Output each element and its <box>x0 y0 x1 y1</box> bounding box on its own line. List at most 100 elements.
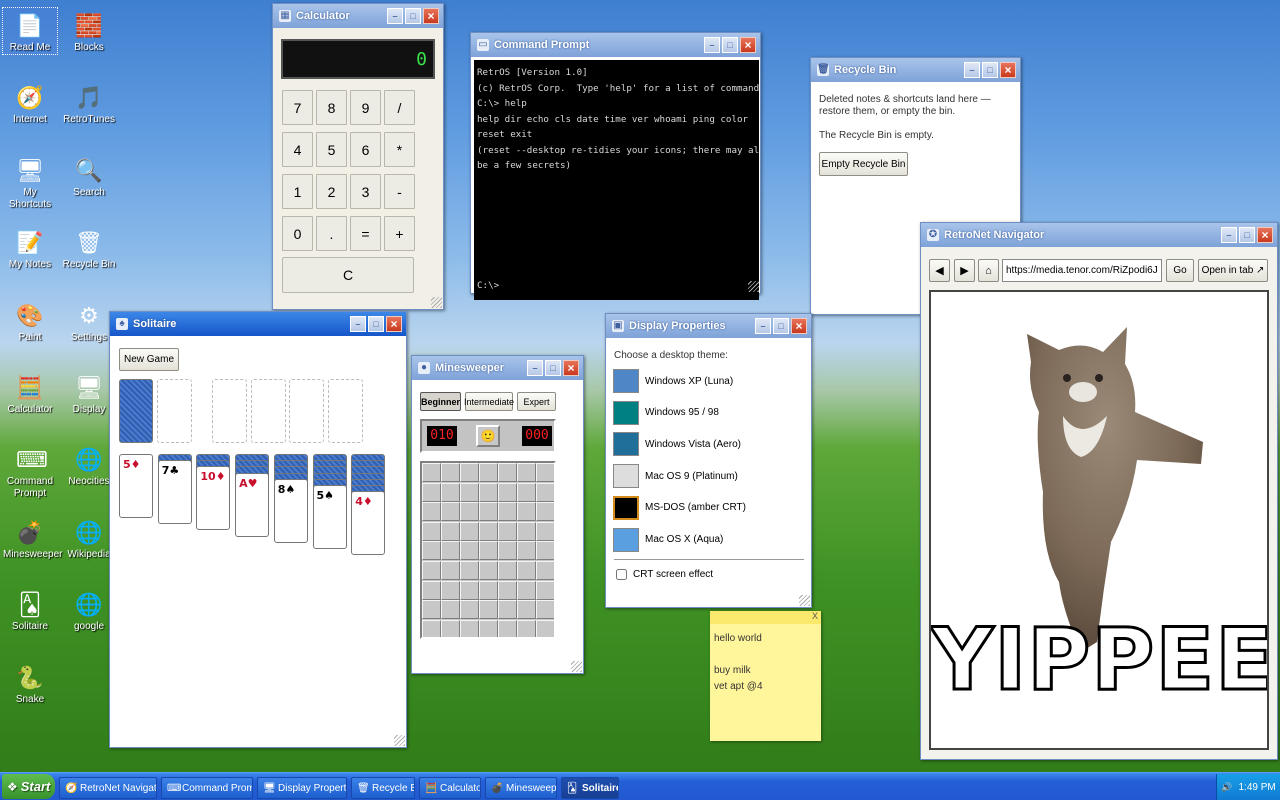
desktop-icon-wikipedia[interactable]: 🌐 Wikipedia <box>62 515 116 561</box>
foundation-slot[interactable] <box>328 379 363 443</box>
mine-cell[interactable] <box>422 463 441 482</box>
back-button[interactable]: ◀ <box>929 259 950 282</box>
mine-cell[interactable] <box>460 600 479 620</box>
desktop-icon-read-me[interactable]: 📄 Read Me <box>2 7 58 55</box>
reset-face-button[interactable]: 🙂 <box>476 425 500 447</box>
recycle-bin-titlebar[interactable]: 🗑 Recycle Bin – □ × <box>811 58 1020 82</box>
mine-cell[interactable] <box>536 463 554 482</box>
volume-icon[interactable]: 🔊 <box>1221 782 1232 793</box>
calculator-key[interactable]: / <box>384 90 415 125</box>
mine-cell[interactable] <box>460 619 479 637</box>
minimize-button[interactable]: – <box>704 37 720 53</box>
mine-cell[interactable] <box>517 560 536 580</box>
maximize-button[interactable]: □ <box>773 318 789 334</box>
mine-cell[interactable] <box>498 502 517 522</box>
calculator-key[interactable]: 7 <box>282 90 313 125</box>
waste-pile[interactable] <box>157 379 192 443</box>
open-in-tab-button[interactable]: Open in tab ↗ <box>1198 259 1268 282</box>
mine-cell[interactable] <box>498 521 517 541</box>
mine-cell[interactable] <box>536 521 554 541</box>
calculator-key[interactable]: 6 <box>350 132 381 167</box>
display-properties-titlebar[interactable]: ▣ Display Properties – □ × <box>606 314 811 338</box>
mine-cell[interactable] <box>479 560 498 580</box>
face-up-card[interactable]: 4♦ <box>351 491 386 556</box>
minimize-button[interactable]: – <box>755 318 771 334</box>
calculator-key[interactable]: 9 <box>350 90 381 125</box>
mine-cell[interactable] <box>517 580 536 600</box>
address-bar[interactable] <box>1002 259 1162 282</box>
mine-cell[interactable] <box>441 560 460 580</box>
calculator-titlebar[interactable]: ▦ Calculator – □ × <box>273 4 443 28</box>
sticky-note-close-button[interactable]: X <box>812 611 818 621</box>
face-up-card[interactable]: A♥ <box>235 472 270 537</box>
close-button[interactable]: × <box>740 37 756 53</box>
mine-cell[interactable] <box>517 619 536 637</box>
desktop-icon-snake[interactable]: 🐍 Snake <box>3 660 57 706</box>
desktop-icon-my-notes[interactable]: 📝 My Notes <box>3 225 57 271</box>
theme-option[interactable]: Windows XP (Luna) <box>613 368 803 394</box>
calculator-key[interactable]: 5 <box>316 132 347 167</box>
close-button[interactable]: × <box>423 8 439 24</box>
mine-cell[interactable] <box>460 580 479 600</box>
mine-cell[interactable] <box>517 463 536 482</box>
mine-cell[interactable] <box>536 560 554 580</box>
go-button[interactable]: Go <box>1166 259 1194 282</box>
new-game-button[interactable]: New Game <box>119 348 179 371</box>
foundation-slot[interactable] <box>212 379 247 443</box>
mine-cell[interactable] <box>479 541 498 561</box>
calculator-key[interactable]: . <box>316 216 347 251</box>
desktop-icon-internet[interactable]: 🧭 Internet <box>3 80 57 126</box>
mine-cell[interactable] <box>441 502 460 522</box>
taskbar-item-minesweeper[interactable]: 💣Minesweeper <box>485 777 557 799</box>
theme-option[interactable]: Mac OS X (Aqua) <box>613 527 803 553</box>
desktop-icon-search[interactable]: 🔍 Search <box>62 153 116 199</box>
desktop-icon-display[interactable]: 🖥 Display <box>62 370 116 416</box>
level-expert-button[interactable]: Expert <box>517 392 556 411</box>
face-up-card[interactable]: 10♦ <box>196 466 231 531</box>
maximize-button[interactable]: □ <box>722 37 738 53</box>
minesweeper-titlebar[interactable]: ● Minesweeper – □ × <box>412 356 583 380</box>
mine-cell[interactable] <box>536 580 554 600</box>
desktop-icon-command-prompt[interactable]: ⌨ Command Prompt <box>3 442 57 500</box>
forward-button[interactable]: ▶ <box>954 259 975 282</box>
maximize-button[interactable]: □ <box>368 316 384 332</box>
mine-cell[interactable] <box>536 482 554 502</box>
sticky-note-header[interactable]: X <box>710 611 821 624</box>
mine-cell[interactable] <box>498 580 517 600</box>
face-up-card[interactable]: 7♣ <box>157 460 192 525</box>
mine-cell[interactable] <box>422 619 441 637</box>
theme-option[interactable]: Mac OS 9 (Platinum) <box>613 463 803 489</box>
mine-cell[interactable] <box>517 502 536 522</box>
mine-cell[interactable] <box>479 482 498 502</box>
taskbar-item-solitaire[interactable]: 🂡 Solitaire <box>561 777 619 799</box>
calculator-clear-button[interactable]: C <box>282 257 414 293</box>
mine-cell[interactable] <box>460 482 479 502</box>
calculator-key[interactable]: 1 <box>282 174 313 209</box>
level-intermediate-button[interactable]: Intermediate <box>464 392 514 411</box>
calculator-key[interactable]: - <box>384 174 415 209</box>
calculator-key[interactable]: 8 <box>316 90 347 125</box>
mine-cell[interactable] <box>536 600 554 620</box>
mine-cell[interactable] <box>441 600 460 620</box>
mine-cell[interactable] <box>460 541 479 561</box>
desktop-icon-minesweeper[interactable]: 💣 Minesweeper <box>3 515 62 561</box>
mine-cell[interactable] <box>422 541 441 561</box>
calculator-key[interactable]: + <box>384 216 415 251</box>
mine-cell[interactable] <box>422 502 441 522</box>
mine-cell[interactable] <box>441 541 460 561</box>
maximize-button[interactable]: □ <box>1239 227 1255 243</box>
home-button[interactable]: ⌂ <box>978 259 999 282</box>
sticky-note-text[interactable]: hello world buy milk vet apt @4 <box>710 624 821 702</box>
taskbar-item-command-prompt[interactable]: ⌨Command Prompt <box>161 777 253 799</box>
terminal-output[interactable]: RetrOS [Version 1.0] (c) RetrOS Corp. Typ… <box>474 60 759 300</box>
minimize-button[interactable]: – <box>1221 227 1237 243</box>
mine-cell[interactable] <box>479 502 498 522</box>
mine-cell[interactable] <box>460 521 479 541</box>
desktop-icon-paint[interactable]: 🎨 Paint <box>3 298 57 344</box>
face-up-card[interactable]: 5♦ <box>119 454 153 518</box>
mine-cell[interactable] <box>422 560 441 580</box>
mine-cell[interactable] <box>479 580 498 600</box>
theme-option[interactable]: Windows 95 / 98 <box>613 400 803 426</box>
desktop-icon-retrotunes[interactable]: 🎵 RetroTunes <box>62 80 116 126</box>
crt-effect-checkbox[interactable] <box>616 569 627 580</box>
